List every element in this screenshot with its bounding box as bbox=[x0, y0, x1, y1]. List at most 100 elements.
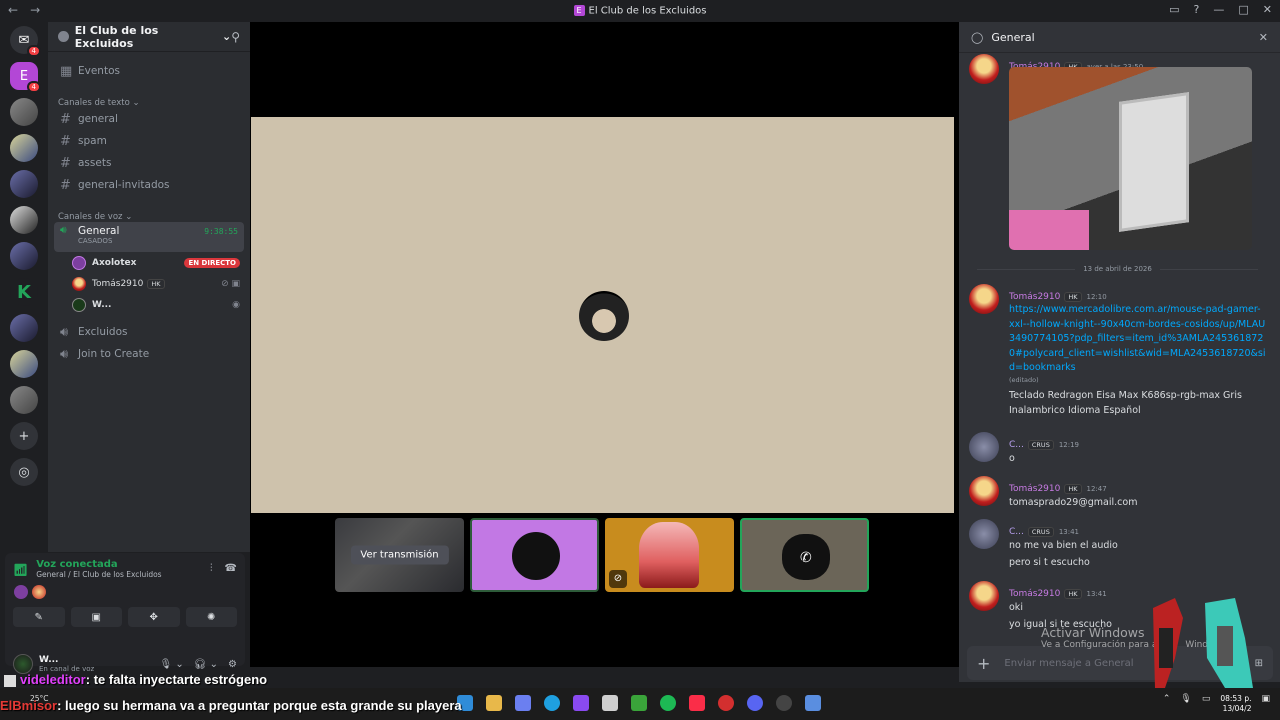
system-tray: ⌃ 🎙︎ ▭ 08:53 p. 13/04/2 ▣ bbox=[1163, 694, 1270, 714]
apps-icon[interactable]: ⊞ bbox=[1255, 658, 1263, 669]
obs-icon[interactable] bbox=[776, 695, 792, 711]
opera-icon[interactable] bbox=[718, 695, 734, 711]
channel-general-invitados[interactable]: # general-invitados bbox=[54, 174, 244, 196]
message-author[interactable]: Tomás2910 bbox=[1009, 484, 1060, 494]
spotify-icon[interactable] bbox=[660, 695, 676, 711]
close-window-icon[interactable]: ✕ bbox=[1263, 3, 1272, 16]
message-author[interactable]: C... bbox=[1009, 527, 1024, 537]
clock[interactable]: 08:53 p. 13/04/2 bbox=[1220, 694, 1251, 714]
user-name: W... bbox=[39, 655, 59, 665]
server-folder-icon[interactable] bbox=[10, 242, 38, 270]
avatar[interactable] bbox=[13, 654, 33, 674]
channel-spam[interactable]: # spam bbox=[54, 130, 244, 152]
avatar[interactable] bbox=[969, 476, 999, 506]
app-icon[interactable] bbox=[805, 695, 821, 711]
message-author[interactable]: Tomás2910 bbox=[1009, 292, 1060, 302]
voice-user[interactable]: Tomás2910 HK ⊘ ▣ bbox=[72, 273, 244, 294]
stream-video[interactable] bbox=[251, 117, 954, 513]
invite-icon[interactable]: ⚲ bbox=[231, 30, 240, 44]
message-time: 13:41 bbox=[1086, 590, 1107, 598]
voice-location[interactable]: General / El Club de los Excluidos bbox=[36, 570, 161, 579]
server-icon[interactable] bbox=[10, 134, 38, 162]
voice-channel-general[interactable]: 🔊︎ General CASADOS 9:38:55 bbox=[54, 222, 244, 252]
avatar[interactable] bbox=[969, 54, 999, 84]
copilot-icon[interactable] bbox=[515, 695, 531, 711]
store-icon[interactable] bbox=[602, 695, 618, 711]
mic-tray-icon[interactable]: 🎙︎ bbox=[1180, 694, 1191, 714]
channel-sidebar: El Club de los Excluidos ⌄ ⚲ ▦ Eventos Ca… bbox=[48, 22, 250, 552]
avatar[interactable] bbox=[969, 284, 999, 314]
discord-home-icon[interactable]: ✉ 4 bbox=[10, 26, 41, 57]
file-explorer-icon[interactable] bbox=[486, 695, 502, 711]
visual-studio-icon[interactable] bbox=[573, 695, 589, 711]
voice-category[interactable]: Canales de voz ⌄ bbox=[48, 204, 250, 222]
avatar[interactable] bbox=[969, 432, 999, 462]
server-folder-icon[interactable] bbox=[10, 386, 38, 414]
channel-assets[interactable]: # assets bbox=[54, 152, 244, 174]
discover-icon[interactable]: ◎ bbox=[10, 458, 38, 486]
minecraft-icon[interactable] bbox=[631, 695, 647, 711]
server-header[interactable]: El Club de los Excluidos ⌄ ⚲ bbox=[48, 22, 250, 52]
server-icon[interactable] bbox=[10, 206, 38, 234]
voice-user-name: Tomás2910 bbox=[92, 278, 144, 289]
activities-button[interactable]: ✥ bbox=[128, 607, 180, 627]
participant-tile[interactable]: ✆ bbox=[740, 518, 869, 592]
message-image[interactable] bbox=[1009, 67, 1252, 250]
inbox-icon[interactable]: ▭ bbox=[1169, 3, 1179, 16]
minimize-icon[interactable]: — bbox=[1213, 3, 1224, 16]
server-icon[interactable] bbox=[10, 170, 38, 198]
plus-icon[interactable]: + bbox=[977, 654, 990, 673]
signal-icon[interactable]: 📶︎ bbox=[13, 563, 28, 577]
screen-share-button[interactable]: ▣ bbox=[70, 607, 122, 627]
text-category[interactable]: Canales de texto ⌄ bbox=[48, 90, 250, 108]
message-author[interactable]: C... bbox=[1009, 440, 1024, 450]
voice-channel-join-to-create[interactable]: 🔊︎ Join to Create bbox=[54, 343, 244, 365]
message: Tomás2910 HK 12:47 tomasprado29@gmail.com bbox=[969, 476, 1266, 510]
voice-channel-excluidos[interactable]: 🔊︎ Excluidos bbox=[54, 321, 244, 343]
music-icon[interactable] bbox=[689, 695, 705, 711]
settings-icon[interactable]: ⚙ bbox=[228, 659, 237, 670]
maximize-icon[interactable]: □ bbox=[1238, 3, 1248, 16]
voice-user[interactable]: Axolotex EN DIRECTO bbox=[72, 252, 244, 273]
avatar bbox=[32, 585, 46, 599]
participant-tile[interactable] bbox=[470, 518, 599, 592]
user-badge-icon bbox=[4, 674, 16, 687]
server-icon[interactable] bbox=[10, 314, 38, 342]
channel-label: general-invitados bbox=[78, 179, 170, 191]
stream-stage: Ver transmisión ⊘ ✆ bbox=[250, 22, 959, 667]
microphone-icon[interactable]: 🎙︎ ⌄ bbox=[160, 659, 184, 670]
soundboard-icon[interactable]: ⫶ bbox=[210, 563, 213, 574]
edge-icon[interactable] bbox=[544, 695, 560, 711]
discord-taskbar-icon[interactable] bbox=[747, 695, 763, 711]
message-input[interactable]: Enviar mensaje a General bbox=[1004, 658, 1133, 669]
avatar[interactable] bbox=[969, 519, 999, 549]
headphones-icon[interactable]: 🎧︎ ⌄ bbox=[194, 659, 218, 670]
watch-stream-button[interactable]: Ver transmisión bbox=[350, 545, 449, 565]
discord-window: ← → E El Club de los Excluidos ▭ ? — □ ✕ … bbox=[0, 0, 1280, 720]
avatar[interactable] bbox=[969, 581, 999, 611]
close-icon[interactable]: ✕ bbox=[1259, 31, 1268, 44]
chevron-up-icon[interactable]: ⌃ bbox=[1163, 694, 1171, 714]
network-icon[interactable]: ▭ bbox=[1202, 694, 1211, 714]
notifications-icon[interactable]: ▣ bbox=[1261, 694, 1270, 714]
server-icon-selected[interactable]: E4 bbox=[10, 62, 41, 93]
chat-header: ◯ General ✕ bbox=[959, 22, 1280, 53]
kick-server-icon[interactable]: K bbox=[10, 278, 38, 306]
server-folder-icon[interactable] bbox=[10, 350, 38, 378]
help-icon[interactable]: ? bbox=[1194, 3, 1200, 16]
soundboard-button[interactable]: ✺ bbox=[185, 607, 237, 627]
disconnect-icon[interactable]: ☎ bbox=[225, 563, 237, 574]
message-link[interactable]: https://www.mercadolibre.com.ar/mouse-pa… bbox=[1009, 303, 1266, 376]
participant-tile[interactable]: ⊘ bbox=[605, 518, 734, 592]
window-title-text: El Club de los Excluidos bbox=[588, 5, 707, 17]
user-tag: HK bbox=[1064, 292, 1082, 302]
add-server-icon[interactable]: + bbox=[10, 422, 38, 450]
stream-tile[interactable]: Ver transmisión bbox=[335, 518, 464, 592]
message-author[interactable]: Tomás2910 bbox=[1009, 589, 1060, 599]
server-icon[interactable] bbox=[10, 98, 38, 126]
events-item[interactable]: ▦ Eventos bbox=[54, 60, 244, 82]
voice-user[interactable]: W... ◉ bbox=[72, 294, 244, 315]
cat-image bbox=[579, 291, 629, 341]
camera-off-button[interactable]: ✎ bbox=[13, 607, 65, 627]
channel-general[interactable]: # general bbox=[54, 108, 244, 130]
